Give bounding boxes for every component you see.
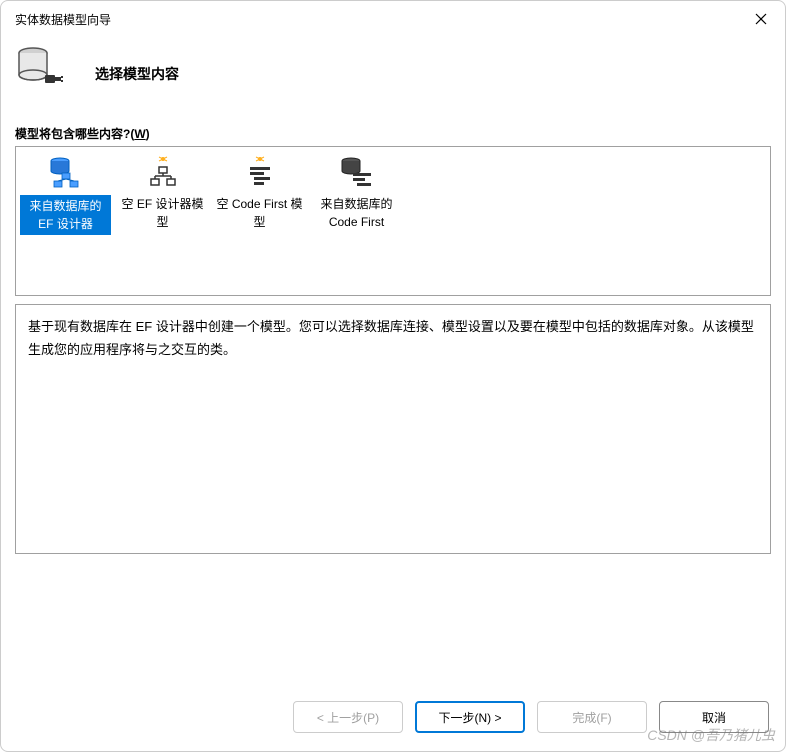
db-codefirst-icon <box>339 155 375 191</box>
prompt-label: 模型将包含哪些内容?(W) <box>15 125 771 142</box>
option-code-first-from-db[interactable]: 来自数据库的 Code First <box>309 151 404 237</box>
empty-designer-icon <box>145 155 181 191</box>
option-empty-ef-designer[interactable]: 空 EF 设计器模型 <box>115 151 210 237</box>
database-wizard-icon <box>15 45 65 95</box>
close-button[interactable] <box>751 9 771 29</box>
option-label: 来自数据库的 Code First <box>311 195 402 231</box>
option-ef-designer-from-db[interactable]: 来自数据库的 EF 设计器 <box>18 151 113 241</box>
empty-codefirst-icon <box>242 155 278 191</box>
finish-button: 完成(F) <box>537 701 647 733</box>
wizard-dialog: 实体数据模型向导 选择模型内容 模型将包含哪些内容?(W) <box>0 0 786 752</box>
header-area: 选择模型内容 <box>1 35 785 125</box>
button-row: < 上一步(P) 下一步(N) > 完成(F) 取消 <box>1 687 785 751</box>
db-designer-icon <box>48 155 84 191</box>
option-empty-code-first[interactable]: 空 Code First 模型 <box>212 151 307 237</box>
close-icon <box>755 13 767 25</box>
previous-button: < 上一步(P) <box>293 701 403 733</box>
content-area: 模型将包含哪些内容?(W) 来自数据库的 EF 设计器 <box>1 125 785 687</box>
header-title: 选择模型内容 <box>95 64 179 84</box>
titlebar: 实体数据模型向导 <box>1 1 785 35</box>
option-label: 来自数据库的 EF 设计器 <box>20 195 111 235</box>
description-text: 基于现有数据库在 EF 设计器中创建一个模型。您可以选择数据库连接、模型设置以及… <box>15 304 771 554</box>
cancel-button[interactable]: 取消 <box>659 701 769 733</box>
next-button[interactable]: 下一步(N) > <box>415 701 525 733</box>
option-label: 空 EF 设计器模型 <box>117 195 208 231</box>
options-list[interactable]: 来自数据库的 EF 设计器 <box>15 146 771 296</box>
option-label: 空 Code First 模型 <box>214 195 305 231</box>
dialog-title: 实体数据模型向导 <box>15 11 111 28</box>
